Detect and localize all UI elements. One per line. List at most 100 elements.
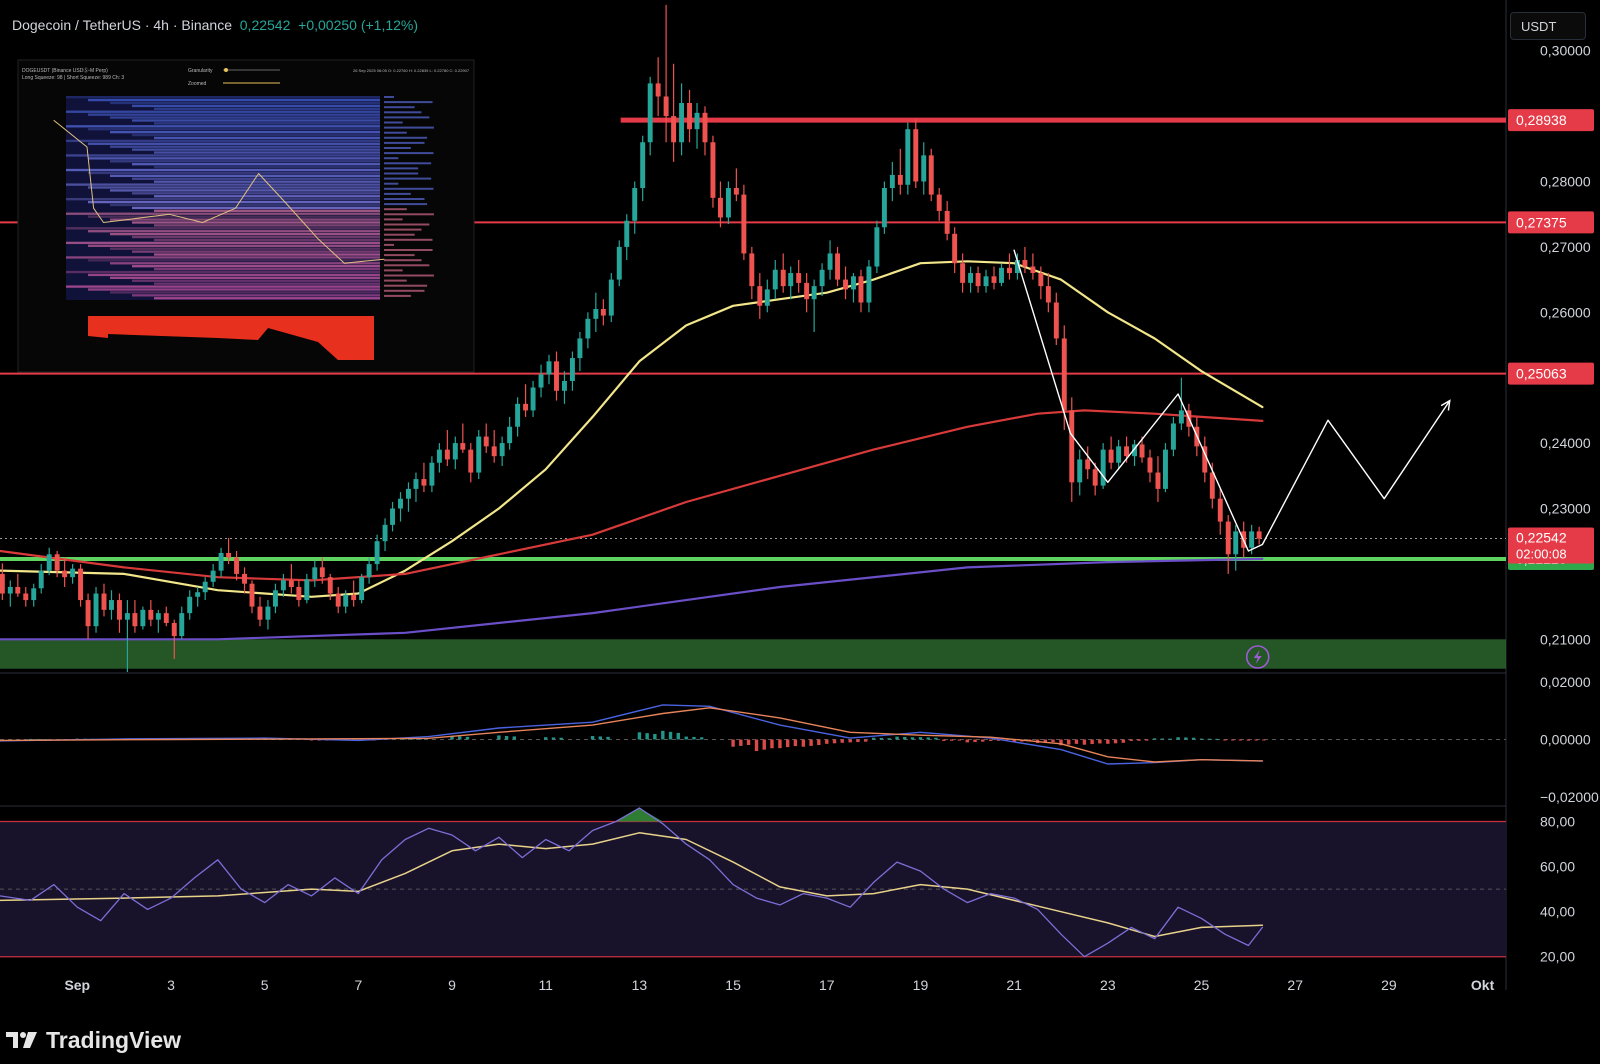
inset-heat-band: [132, 235, 380, 239]
symbol-title: Dogecoin / TetherUS · 4h · Binance: [12, 17, 232, 33]
candle-body: [905, 129, 911, 185]
macd-histogram-bar: [957, 739, 962, 741]
macd-histogram-bar: [1184, 737, 1188, 740]
candle-body: [1209, 472, 1215, 499]
macd-histogram-bar: [1199, 738, 1204, 740]
inset-profile-bar: [384, 111, 422, 114]
inset-profile-bar: [384, 264, 430, 267]
symbol-header: Dogecoin / TetherUS · 4h · Binance 0,225…: [12, 17, 418, 33]
macd-histogram-bar: [1215, 738, 1219, 740]
time-axis-tick: 25: [1194, 977, 1210, 993]
macd-histogram-bar: [1176, 737, 1180, 740]
candle-body: [1178, 410, 1184, 424]
candle-body: [62, 570, 68, 578]
candle-body: [93, 593, 99, 627]
chart[interactable]: 0,30000 0,28000 0,27000 0,26000 0,24000 0,230…: [0, 0, 1600, 1064]
candle-body: [413, 479, 419, 489]
candle-body: [179, 613, 185, 637]
macd-histogram-bar: [825, 739, 829, 744]
rsi-pane[interactable]: 80,00 60,00 40,00 20,00: [0, 807, 1575, 965]
candle-body: [109, 600, 114, 610]
candle-body: [655, 83, 661, 97]
time-axis-tick: Okt: [1471, 977, 1495, 993]
price-axis-tick: 0,24000: [1540, 435, 1591, 451]
inset-profile-bar: [384, 269, 403, 272]
inset-heat-band: [132, 104, 380, 108]
inset-heat-band: [154, 136, 380, 140]
candle-body: [1030, 266, 1036, 274]
last-price: 0,22542: [239, 17, 291, 33]
macd-histogram-bar: [1168, 738, 1172, 740]
current-price-label: 0,22542: [1516, 529, 1567, 545]
macd-histogram-bar: [1246, 739, 1251, 741]
candle-body: [1038, 273, 1044, 287]
macd-axis-tick: 0,02000: [1540, 674, 1591, 690]
inset-heat-band: [154, 282, 380, 285]
candle-body: [538, 374, 544, 388]
inset-profile-bar: [384, 294, 411, 297]
macd-histogram-bar: [1238, 739, 1243, 741]
inset-heat-band: [154, 165, 380, 169]
inset-heat-band: [154, 253, 380, 256]
candle-body: [296, 586, 302, 601]
time-axis-tick: 23: [1100, 977, 1116, 993]
macd-histogram-bar: [606, 736, 610, 740]
candle-body: [679, 103, 685, 143]
candle-body: [101, 593, 107, 610]
candle-body: [913, 129, 919, 182]
macd-histogram-bar: [497, 735, 501, 740]
macd-histogram-bar: [653, 734, 657, 740]
candle-body: [968, 273, 974, 283]
price-tag-resistance-label: 0,28938: [1516, 112, 1567, 128]
inset-profile-bar: [384, 177, 432, 180]
candle-body: [928, 155, 934, 195]
candle-body: [351, 594, 357, 601]
inset-heat-band: [110, 232, 380, 236]
candle-body: [249, 583, 255, 607]
inset-heat-band: [66, 256, 380, 259]
candle-body: [733, 188, 739, 195]
candle-body: [624, 220, 630, 247]
inset-heat-band: [110, 189, 380, 192]
inset-profile-bar: [384, 192, 411, 195]
inset-profile-bar: [384, 243, 395, 246]
candle-body: [343, 594, 349, 607]
candle-body: [1124, 446, 1130, 457]
candle-body: [280, 580, 286, 591]
candle-body: [132, 613, 138, 627]
inset-heat-band: [154, 195, 380, 198]
candle-body: [858, 276, 864, 303]
candle-body: [444, 449, 450, 460]
macd-histogram-bar: [551, 737, 556, 740]
candle-body: [991, 276, 997, 283]
macd-histogram-bar: [1129, 739, 1133, 741]
candle-body: [1061, 338, 1067, 411]
macd-histogram-bar: [895, 736, 899, 740]
candle-body: [1092, 469, 1098, 486]
macd-histogram-bar: [590, 736, 595, 740]
macd-histogram-bar: [1160, 738, 1165, 740]
candle-body: [46, 554, 52, 571]
macd-histogram-bar: [965, 739, 970, 743]
candle-body: [772, 269, 778, 290]
inset-profile-bar: [384, 223, 430, 226]
macd-histogram-bar: [458, 736, 462, 740]
inset-heat-band: [110, 247, 380, 250]
candle-body: [835, 253, 841, 280]
candle-body: [148, 609, 154, 620]
candle-body: [257, 606, 263, 620]
macd-histogram-bar: [746, 739, 751, 745]
inset-heat-band: [66, 227, 380, 230]
macd-histogram-bar: [762, 739, 766, 750]
macd-histogram-bar: [1074, 739, 1079, 744]
candle-body: [327, 577, 333, 594]
inset-heat-band: [88, 128, 380, 131]
currency-button[interactable]: USDT: [1510, 12, 1586, 40]
candle-body: [390, 508, 396, 525]
inset-profile-bar: [384, 187, 434, 190]
inset-profile-bar: [384, 167, 419, 170]
macd-histogram-bar: [887, 738, 891, 740]
macd-histogram-bar: [1137, 739, 1141, 741]
time-axis-tick: 17: [819, 977, 835, 993]
inset-heat-band: [154, 122, 380, 125]
